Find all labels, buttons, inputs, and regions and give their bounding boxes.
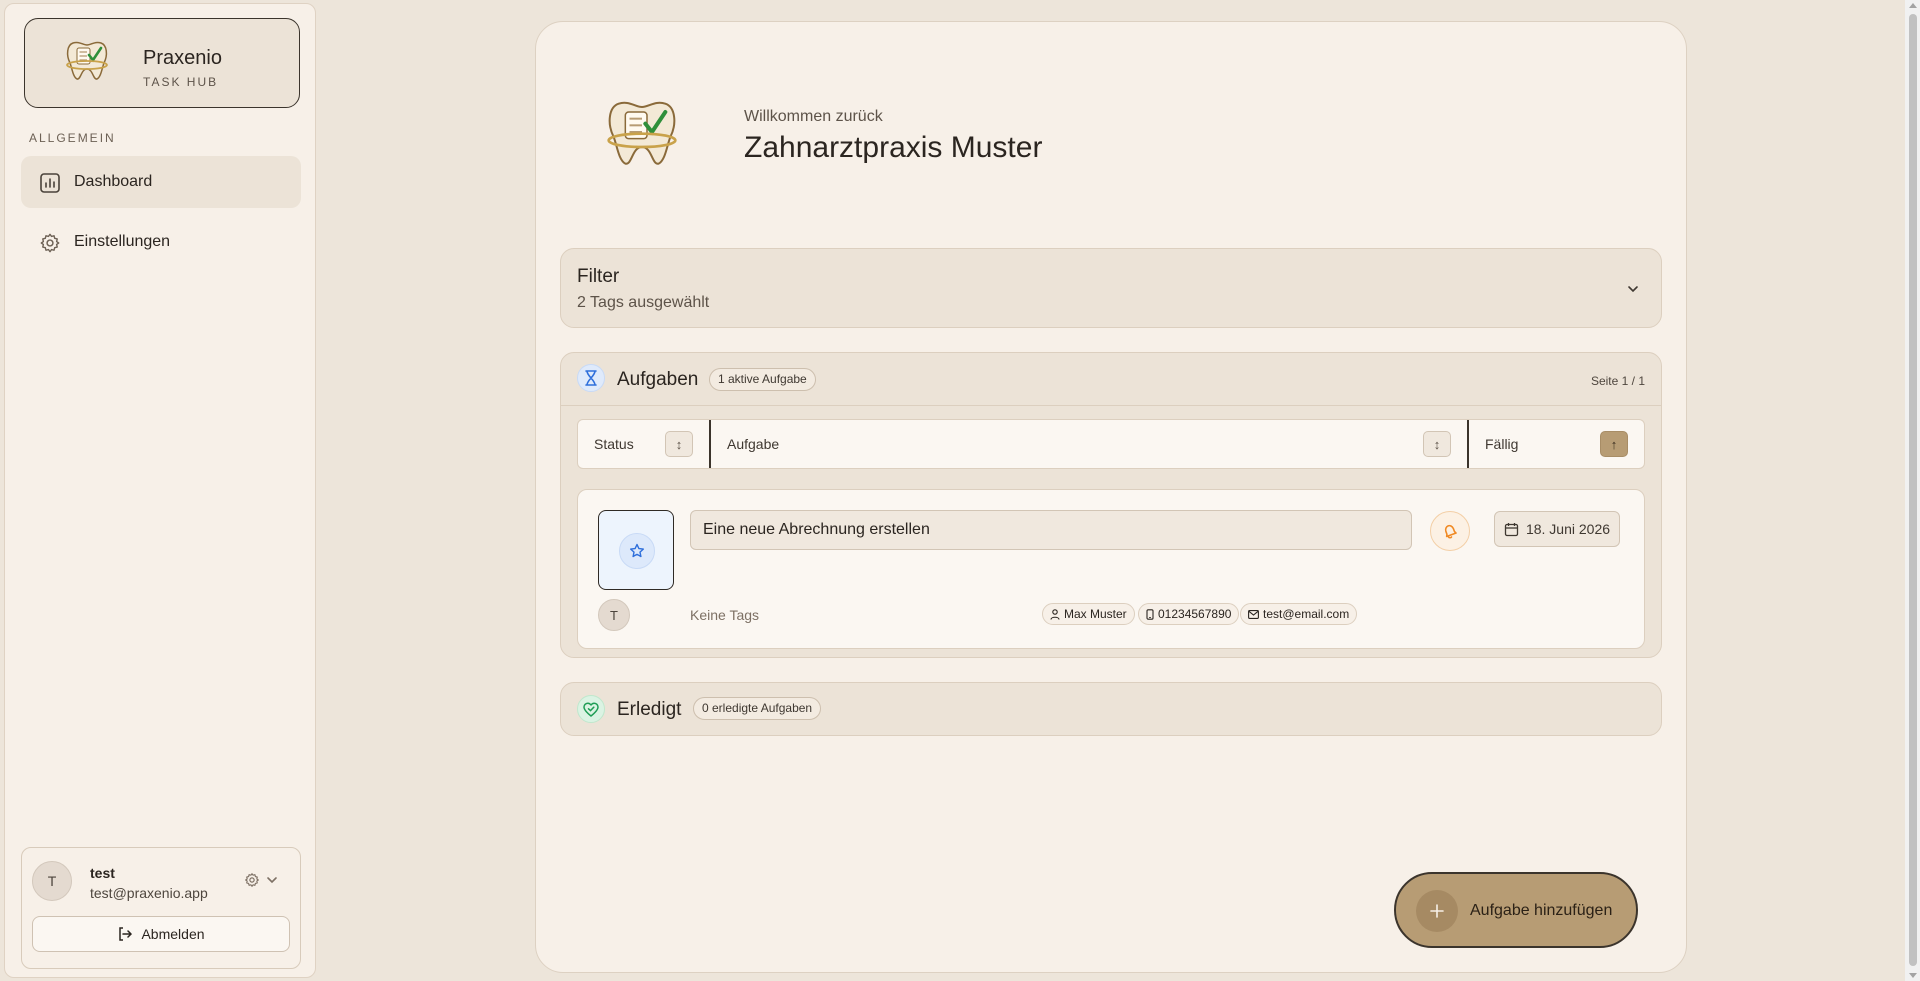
user-email: test@praxenio.app (90, 885, 208, 901)
tooth-checklist-icon (607, 101, 677, 165)
page-info: Seite 1 / 1 (1590, 374, 1645, 388)
welcome-text: Willkommen zurück (744, 108, 883, 125)
assignee-avatar[interactable]: T (598, 599, 630, 631)
contact-email: test@email.com (1263, 607, 1350, 621)
table-row: 18. Juni 2026 T Keine Tags Max Muster 01… (577, 489, 1645, 649)
contact-phone: 01234567890 (1158, 607, 1232, 621)
sort-status-button[interactable]: ↕ (665, 431, 693, 457)
column-label: Status (594, 436, 634, 452)
priority-button[interactable] (1430, 511, 1470, 551)
sidebar: Praxenio TASK HUB ALLGEMEIN Dashboard Ei… (4, 3, 316, 978)
done-title: Erledigt (617, 699, 682, 720)
brand-name: Praxenio (143, 47, 222, 69)
due-date-button[interactable]: 18. Juni 2026 (1494, 511, 1620, 547)
tooth-checklist-icon (66, 41, 108, 80)
due-date: 18. Juni 2026 (1525, 521, 1611, 537)
hourglass-icon (577, 364, 605, 392)
filter-panel[interactable]: Filter 2 Tags ausgewählt (560, 248, 1662, 328)
gear-icon[interactable] (244, 872, 260, 888)
heart-check-icon (577, 695, 605, 723)
sort-task-button[interactable]: ↕ (1423, 431, 1451, 457)
contact-phone-chip[interactable]: 01234567890 (1138, 603, 1240, 625)
brand-subtitle: TASK HUB (143, 75, 219, 89)
person-icon (1050, 608, 1060, 620)
tasks-header: Aufgaben 1 aktive Aufgabe Seite 1 / 1 (561, 353, 1661, 406)
star-icon (619, 533, 655, 569)
logout-label: Abmelden (141, 926, 205, 942)
status-badge: 0 erledigte Aufgaben (693, 697, 822, 720)
user-card: T test test@praxenio.app Abmelden (21, 847, 301, 969)
page-title: Zahnarztpraxis Muster (744, 131, 1043, 164)
filter-title: Filter (577, 266, 620, 287)
logout-icon (119, 927, 133, 941)
chevron-down-icon[interactable] (266, 874, 278, 886)
mail-icon (1248, 609, 1259, 619)
tasks-title: Aufgaben (617, 369, 699, 390)
calendar-icon (1504, 522, 1519, 536)
status-badge: 1 aktive Aufgabe (709, 368, 816, 391)
column-status: Status ↕ (578, 420, 709, 468)
sidebar-item-label: Einstellungen (74, 233, 171, 250)
sort-due-button[interactable]: ↑ (1600, 431, 1628, 457)
contact-email-chip[interactable]: test@email.com (1240, 603, 1358, 625)
main-panel: Willkommen zurück Zahnarztpraxis Muster … (535, 21, 1687, 973)
scrollbar-thumb[interactable] (1909, 14, 1917, 966)
contact-name-chip[interactable]: Max Muster (1042, 603, 1135, 625)
done-panel[interactable]: Erledigt 0 erledigte Aufgaben (560, 682, 1662, 736)
add-task-label: Aufgabe hinzufügen (1470, 902, 1613, 919)
add-task-button[interactable]: Aufgabe hinzufügen (1394, 872, 1638, 948)
user-name: test (90, 865, 115, 881)
plus-icon (1416, 890, 1458, 932)
chevron-down-icon (1628, 286, 1638, 293)
task-title-input[interactable] (690, 510, 1412, 550)
task-status-button[interactable] (598, 510, 674, 590)
tasks-panel: Aufgaben 1 aktive Aufgabe Seite 1 / 1 St… (560, 352, 1662, 658)
filter-summary: 2 Tags ausgewählt (577, 294, 710, 311)
bar-chart-icon (40, 173, 60, 193)
column-label: Fällig (1485, 436, 1519, 452)
table-header: Status ↕ Aufgabe ↕ Fällig ↑ (577, 419, 1645, 469)
column-due: Fällig ↑ (1469, 420, 1644, 468)
scroll-up-icon[interactable] (1909, 3, 1917, 8)
gear-icon (40, 233, 60, 253)
logout-button[interactable]: Abmelden (32, 916, 290, 952)
scrollbar[interactable] (1905, 0, 1920, 981)
column-task: Aufgabe ↕ (711, 420, 1467, 468)
brand-card[interactable]: Praxenio TASK HUB (24, 18, 300, 108)
tags-text[interactable]: Keine Tags (690, 607, 759, 623)
column-label: Aufgabe (727, 436, 780, 452)
contact-name: Max Muster (1064, 607, 1127, 621)
bell-icon (1444, 524, 1457, 539)
sidebar-item-settings[interactable]: Einstellungen (21, 216, 301, 268)
nav-section-label: ALLGEMEIN (29, 131, 116, 145)
sidebar-item-dashboard[interactable]: Dashboard (21, 156, 301, 208)
sidebar-item-label: Dashboard (74, 173, 153, 190)
phone-icon (1146, 608, 1154, 620)
avatar: T (32, 861, 72, 901)
scroll-down-icon[interactable] (1909, 973, 1917, 978)
